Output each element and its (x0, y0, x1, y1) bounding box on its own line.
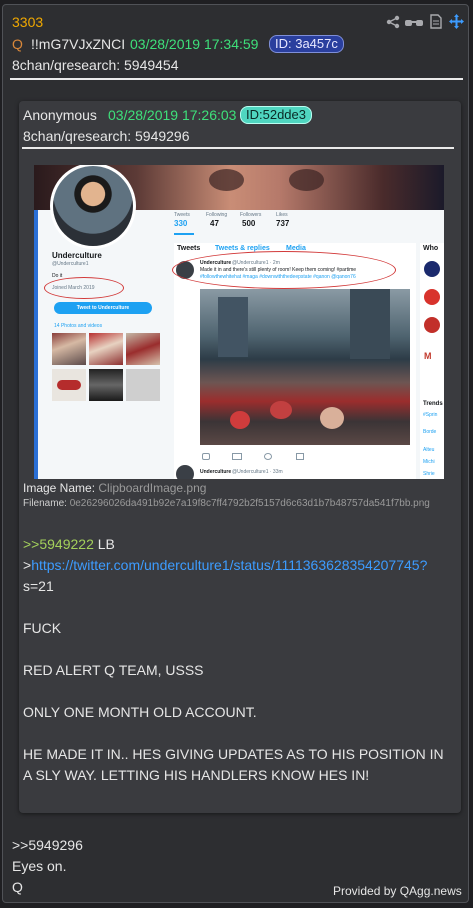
lb-suffix: LB (93, 536, 115, 552)
who-to-follow-title: Who (423, 245, 439, 252)
url-prefix: > (23, 557, 32, 573)
filename-label: Filename: (23, 498, 67, 509)
lb-ref-row: >>5949222 LB (23, 536, 115, 552)
quoted-author: Anonymous (23, 107, 97, 123)
q-marker: Q (12, 36, 23, 52)
glasses-icon[interactable] (405, 16, 423, 28)
like-icon[interactable] (264, 453, 272, 460)
post-date: 03/28/2019 17:34:59 (130, 36, 259, 52)
quoted-source-link[interactable]: 5949296 (135, 128, 190, 144)
trend-item[interactable]: Michi (423, 459, 435, 465)
profile-handle: @Underculture1 (52, 261, 89, 267)
reply-line: Eyes on. (12, 858, 67, 874)
tweet-actions (202, 453, 402, 460)
post-card: 3303 Q !!mG7VJxZNCI 03/28/2019 17:34:59 … (2, 4, 469, 903)
trend-item[interactable]: Shrie (423, 471, 435, 477)
quoted-line: FUCK (23, 620, 62, 636)
quoted-date: 03/28/2019 17:26:03 (108, 107, 237, 123)
tweet2-handle: @Underculture1 · 33m (232, 469, 283, 475)
quoted-line: RED ALERT Q TEAM, USSS (23, 662, 204, 678)
tweet-to-label: Tweet to Underculture (76, 305, 130, 311)
image-name-value[interactable]: ClipboardImage.png (98, 481, 206, 495)
left-strip (34, 210, 38, 479)
header-divider (10, 78, 463, 80)
stat-value[interactable]: 330 (174, 219, 187, 228)
tweet-photo[interactable] (200, 289, 410, 445)
reply-icon[interactable] (202, 453, 210, 460)
quoted-divider (22, 147, 454, 149)
retweet-icon[interactable] (232, 453, 242, 460)
stat-value[interactable]: 737 (276, 219, 289, 228)
move-icon[interactable] (449, 14, 464, 29)
suggest-avatar[interactable] (424, 317, 440, 333)
tweet-annotation-circle (172, 251, 396, 289)
share-icon[interactable] (386, 15, 400, 29)
suggest-avatar[interactable] (424, 261, 440, 277)
profile-avatar[interactable] (53, 166, 133, 246)
photo-thumb[interactable] (89, 333, 123, 365)
quoted-post: Anonymous 03/28/2019 17:26:03 ID:52dde3 … (19, 101, 461, 813)
post-source-label: 8chan/qresearch: (12, 57, 121, 73)
message-icon[interactable] (296, 453, 304, 460)
footer-credit[interactable]: Provided by QAgg.news (333, 884, 462, 898)
url-row: >https://twitter.com/underculture1/statu… (23, 557, 427, 573)
photo-thumb[interactable] (52, 369, 86, 401)
reply-signature: Q (12, 879, 23, 895)
stat-label: Tweets (174, 212, 190, 218)
profile-name: Underculture (52, 251, 102, 260)
quoted-line: HE MADE IT IN.. HES GIVING UPDATES AS TO… (23, 746, 444, 762)
attached-image[interactable]: Tweets 330 Following 47 Followers 500 Li… (34, 165, 444, 479)
quoted-id-badge[interactable]: ID:52dde3 (240, 106, 312, 124)
quoted-line: ONLY ONE MONTH OLD ACCOUNT. (23, 704, 257, 720)
twitter-url-link-cont[interactable]: s=21 (23, 578, 54, 594)
twitter-url-link[interactable]: https://twitter.com/underculture1/status… (31, 557, 427, 573)
trends-title: Trends (423, 401, 443, 407)
tripcode: !!mG7VJxZNCI (31, 36, 126, 52)
filename-row: Filename: 0e26296026da491b92e7a19f8c7ff4… (23, 498, 430, 509)
stat-label: Likes (276, 212, 288, 218)
joined-annotation-circle (44, 277, 124, 299)
reply-ref-link[interactable]: >>5949296 (12, 837, 83, 853)
banner-shape (209, 169, 244, 191)
trend-item[interactable]: Borde (423, 429, 436, 435)
image-name-label: Image Name: (23, 481, 96, 495)
lb-ref-link[interactable]: >>5949222 (23, 536, 94, 552)
quoted-line: A SLY WAY. LETTING HIS HANDLERS KNOW HES… (23, 767, 370, 783)
post-source-link[interactable]: 5949454 (124, 57, 179, 73)
photos-link[interactable]: 14 Photos and videos (54, 323, 102, 329)
filename-value[interactable]: 0e26296026da491b92e7a19f8c7ff4792b2f5157… (70, 498, 430, 509)
tweet-to-button[interactable]: Tweet to Underculture (54, 302, 152, 314)
quoted-source-label: 8chan/qresearch: (23, 128, 132, 144)
photo-thumb[interactable] (52, 333, 86, 365)
trend-item[interactable]: Alteu (423, 447, 434, 453)
stat-value[interactable]: 500 (242, 219, 255, 228)
gmail-icon: M (424, 351, 432, 361)
trend-item[interactable]: #Sprin (423, 412, 437, 418)
photo-thumb[interactable] (126, 333, 160, 365)
post-number[interactable]: 3303 (12, 14, 43, 30)
tweet2-avatar[interactable] (176, 465, 194, 479)
tweet2-author: Underculture (200, 469, 232, 475)
tab-tweets[interactable]: Tweets (177, 245, 200, 252)
post-id-badge[interactable]: ID: 3a457c (269, 35, 344, 53)
banner-shape (289, 169, 324, 191)
suggest-avatar[interactable] (424, 289, 440, 305)
photo-thumb[interactable] (126, 369, 160, 401)
photo-thumb[interactable] (89, 369, 123, 401)
stats-underline (174, 233, 194, 235)
profile-stats: Tweets 330 Following 47 Followers 500 Li… (174, 212, 309, 232)
stat-label: Followers (240, 212, 262, 218)
image-name-row: Image Name: ClipboardImage.png (23, 481, 206, 495)
stat-value[interactable]: 47 (210, 219, 219, 228)
document-icon[interactable] (430, 14, 442, 29)
right-sidebar (420, 243, 444, 479)
stat-label: Following (206, 212, 228, 218)
